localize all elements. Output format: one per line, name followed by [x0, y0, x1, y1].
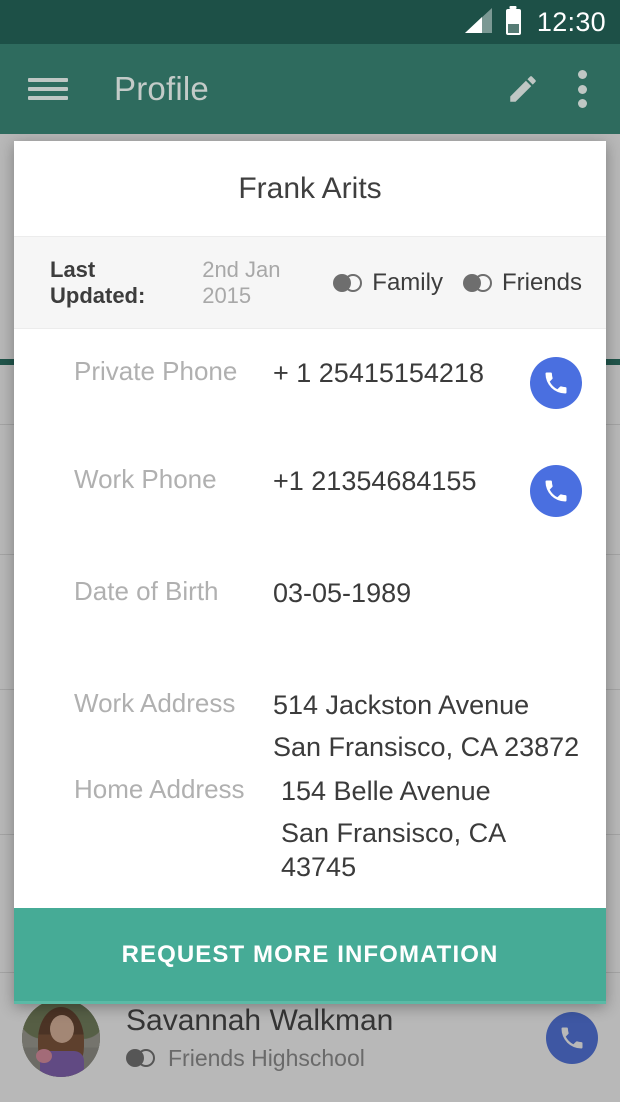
status-bar-icons: 12:30	[464, 6, 606, 37]
phone-handset-icon	[545, 480, 567, 502]
tag-friends-label: Friends	[501, 268, 582, 296]
hamburger-menu-icon[interactable]	[28, 74, 68, 104]
detail-value: +1 21354684155	[273, 466, 477, 496]
phone-screen: 12:30 Profile Savannah Walkman Friends H…	[0, 0, 620, 1102]
tag-family-label: Family	[372, 268, 443, 296]
detail-row-work-address: Work Address 514 Jackston Avenue San Fra…	[14, 688, 606, 769]
detail-row-date-of-birth: Date of Birth 03-05-1989	[14, 576, 606, 657]
signal-bars-icon	[464, 8, 493, 35]
detail-value: + 1 25415154218	[273, 358, 484, 388]
detail-value-line2: San Fransisco, CA 43745	[281, 817, 505, 882]
more-vertical-icon[interactable]	[578, 70, 588, 108]
detail-value: 154 Belle Avenue San Fransisco, CA 43745	[269, 775, 582, 884]
group-circles-icon	[462, 273, 493, 292]
detail-value: 03-05-1989	[273, 578, 412, 608]
detail-label: Home Address	[74, 774, 245, 804]
status-bar: 12:30	[0, 0, 620, 44]
dialog-header: Frank Arits	[14, 141, 606, 237]
tag-list: Family Friends	[333, 269, 582, 297]
detail-row-private-phone: Private Phone + 1 25415154218	[14, 356, 606, 437]
last-updated-value: 2nd Jan 2015	[202, 256, 281, 308]
app-bar-actions	[506, 70, 620, 108]
detail-label: Work Phone	[74, 464, 217, 494]
dialog-meta-bar: Last Updated: 2nd Jan 2015 Family Friend…	[14, 237, 606, 329]
last-updated: Last Updated: 2nd Jan 2015	[50, 257, 333, 309]
detail-action	[530, 357, 582, 409]
detail-action	[530, 465, 582, 517]
profile-dialog: Frank Arits Last Updated: 2nd Jan 2015 F…	[14, 141, 606, 1005]
pencil-edit-icon[interactable]	[506, 72, 540, 106]
app-bar: Profile	[0, 44, 620, 134]
page-title: Profile	[114, 70, 209, 107]
call-button-work-phone[interactable]	[530, 465, 582, 517]
phone-handset-icon	[545, 372, 567, 394]
detail-label: Private Phone	[74, 356, 238, 386]
detail-label: Work Address	[74, 688, 236, 718]
detail-value-line1: 514 Jackston Avenue	[273, 690, 530, 720]
detail-value: 514 Jackston Avenue San Fransisco, CA 23…	[269, 689, 582, 765]
request-more-information-button[interactable]: REQUEST MORE INFOMATION	[14, 908, 606, 1005]
status-bar-clock: 12:30	[536, 6, 606, 37]
dialog-title: Frank Arits	[238, 171, 382, 205]
call-button-private-phone[interactable]	[530, 357, 582, 409]
detail-value-line2: San Fransisco, CA 23872	[273, 731, 580, 762]
detail-row-home-address: Home Address 154 Belle Avenue San Fransi…	[14, 774, 606, 884]
last-updated-label: Last Updated:	[50, 256, 146, 308]
request-more-information-label: REQUEST MORE INFOMATION	[121, 940, 499, 968]
tag-family[interactable]: Family	[333, 269, 443, 297]
detail-label: Date of Birth	[74, 576, 219, 606]
detail-row-work-phone: Work Phone +1 21354684155	[14, 464, 606, 545]
detail-value-line1: 154 Belle Avenue	[281, 776, 491, 806]
group-circles-icon	[333, 273, 363, 292]
battery-icon	[505, 9, 521, 35]
tag-friends[interactable]: Friends	[462, 268, 582, 297]
detail-list: Private Phone + 1 25415154218 Work Phone…	[14, 329, 606, 909]
